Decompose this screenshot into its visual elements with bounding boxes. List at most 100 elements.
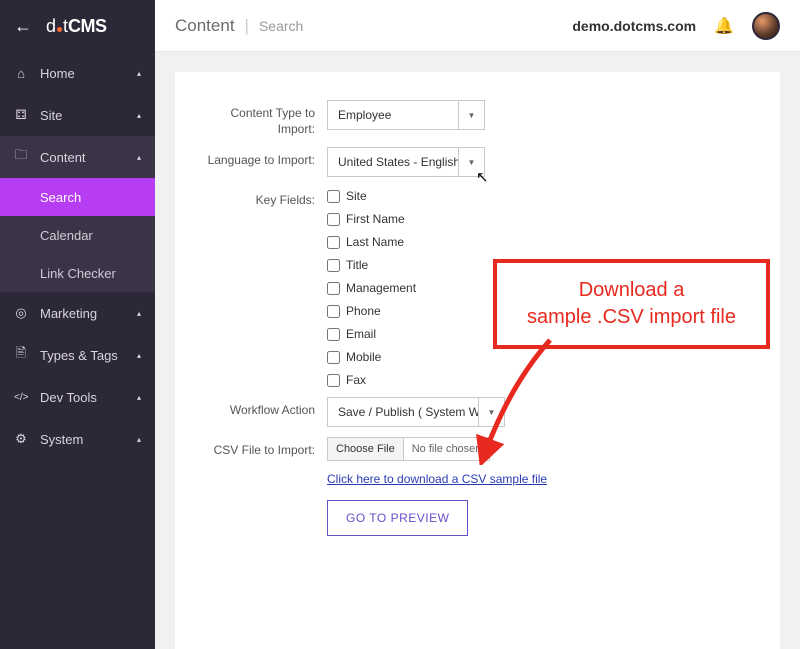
breadcrumb-main: Content <box>175 16 235 36</box>
sidebar-item-content[interactable]: 🗀 Content ▴ <box>0 136 155 178</box>
sidebar-item-label: Site <box>40 108 62 123</box>
key-field-label: Title <box>346 258 368 272</box>
annotation-callout: Download a sample .CSV import file <box>493 259 770 349</box>
sidebar-subitem-link-checker[interactable]: Link Checker <box>0 254 155 292</box>
key-field-checkbox[interactable] <box>327 328 340 341</box>
key-field-checkbox[interactable] <box>327 236 340 249</box>
key-field-checkbox[interactable] <box>327 282 340 295</box>
sidebar-submenu-content: Search Calendar Link Checker <box>0 178 155 292</box>
sidebar-item-label: Home <box>40 66 75 81</box>
gear-icon: ⚙ <box>14 431 28 447</box>
select-workflow[interactable]: Save / Publish ( System W ▼ <box>327 397 505 427</box>
avatar[interactable] <box>752 12 780 40</box>
sidebar-item-label: System <box>40 432 83 447</box>
download-sample-link[interactable]: Click here to download a CSV sample file <box>327 472 547 486</box>
caret-up-icon: ▴ <box>137 69 141 78</box>
key-field-label: Management <box>346 281 416 295</box>
select-value: Save / Publish ( System W <box>328 398 478 426</box>
form-panel: Content Type to Import: Employee ▼ Langu… <box>175 72 780 649</box>
bell-icon[interactable]: 🔔 <box>714 16 734 36</box>
key-field-checkbox[interactable] <box>327 213 340 226</box>
sidebar-subitem-search[interactable]: Search <box>0 178 155 216</box>
logo-cms: CMS <box>68 16 107 37</box>
label-csv-file: CSV File to Import: <box>207 437 327 459</box>
key-field-item: Fax <box>327 373 748 387</box>
logo-dot-icon <box>57 27 62 32</box>
sidebar-item-marketing[interactable]: ◎ Marketing ▴ <box>0 292 155 334</box>
back-arrow-icon[interactable]: ← <box>14 16 32 37</box>
chevron-down-icon[interactable]: ▼ <box>478 398 504 426</box>
sidebar-item-label: Types & Tags <box>40 348 118 363</box>
sidebar-subitem-label: Calendar <box>40 228 93 243</box>
key-field-label: Site <box>346 189 367 203</box>
topbar-right: demo.dotcms.com 🔔 <box>572 12 780 40</box>
key-field-item: Last Name <box>327 235 748 249</box>
key-field-label: Email <box>346 327 376 341</box>
key-field-label: Phone <box>346 304 381 318</box>
sidebar-item-site[interactable]: ⚃ Site ▴ <box>0 94 155 136</box>
label-content-type: Content Type to Import: <box>207 100 327 137</box>
sidebar-header: ← dtCMS <box>0 0 155 52</box>
sidebar-subitem-label: Search <box>40 190 81 205</box>
caret-up-icon: ▴ <box>137 111 141 120</box>
content-area: Content Type to Import: Employee ▼ Langu… <box>155 52 800 649</box>
domain-label[interactable]: demo.dotcms.com <box>572 18 696 34</box>
caret-up-icon: ▴ <box>137 153 141 162</box>
key-field-label: First Name <box>346 212 405 226</box>
key-field-item: First Name <box>327 212 748 226</box>
sidebar-item-label: Content <box>40 150 86 165</box>
select-content-type[interactable]: Employee ▼ <box>327 100 485 130</box>
breadcrumb: Content | Search <box>175 16 303 36</box>
go-to-preview-button[interactable]: GO TO PREVIEW <box>327 500 468 536</box>
caret-up-icon: ▴ <box>137 351 141 360</box>
sidebar-item-label: Dev Tools <box>40 390 97 405</box>
target-icon: ◎ <box>14 305 28 321</box>
annotation-line2: sample .CSV import file <box>515 304 748 331</box>
sidebar-item-home[interactable]: ⌂ Home ▴ <box>0 52 155 94</box>
breadcrumb-separator: | <box>245 16 249 36</box>
key-field-item: Mobile <box>327 350 748 364</box>
select-value: Employee <box>328 101 458 129</box>
sidebar-subitem-calendar[interactable]: Calendar <box>0 216 155 254</box>
caret-up-icon: ▴ <box>137 393 141 402</box>
sidebar: ← dtCMS ⌂ Home ▴ ⚃ Site ▴ 🗀 Content ▴ <box>0 0 155 649</box>
key-field-item: Site <box>327 189 748 203</box>
chevron-down-icon[interactable]: ▼ <box>458 148 484 176</box>
sidebar-item-dev-tools[interactable]: </> Dev Tools ▴ <box>0 376 155 418</box>
row-content-type: Content Type to Import: Employee ▼ <box>207 100 748 137</box>
key-field-checkbox[interactable] <box>327 190 340 203</box>
logo[interactable]: dtCMS <box>46 16 107 37</box>
key-field-checkbox[interactable] <box>327 351 340 364</box>
select-value: United States - English <box>328 148 458 176</box>
logo-d: d <box>46 16 56 37</box>
key-field-label: Mobile <box>346 350 381 364</box>
sidebar-item-label: Marketing <box>40 306 97 321</box>
key-field-label: Fax <box>346 373 366 387</box>
topbar: Content | Search demo.dotcms.com 🔔 <box>155 0 800 52</box>
chevron-down-icon[interactable]: ▼ <box>458 101 484 129</box>
key-field-checkbox[interactable] <box>327 259 340 272</box>
key-field-checkbox[interactable] <box>327 305 340 318</box>
document-icon: 🖹 <box>14 344 28 366</box>
sidebar-item-types-tags[interactable]: 🖹 Types & Tags ▴ <box>0 334 155 376</box>
code-icon: </> <box>14 392 28 403</box>
row-preview: GO TO PREVIEW <box>207 500 748 536</box>
choose-file-button[interactable]: Choose File <box>328 438 404 460</box>
row-language: Language to Import: United States - Engl… <box>207 147 748 177</box>
row-sample-link: Click here to download a CSV sample file <box>207 471 748 486</box>
row-csv-file: CSV File to Import: Choose File No file … <box>207 437 748 461</box>
sidebar-nav: ⌂ Home ▴ ⚃ Site ▴ 🗀 Content ▴ Search Cal… <box>0 52 155 460</box>
site-icon: ⚃ <box>14 107 28 123</box>
sidebar-item-system[interactable]: ⚙ System ▴ <box>0 418 155 460</box>
label-key-fields: Key Fields: <box>207 187 327 209</box>
row-workflow: Workflow Action Save / Publish ( System … <box>207 397 748 427</box>
label-workflow: Workflow Action <box>207 397 327 419</box>
annotation-line1: Download a <box>515 277 748 304</box>
folder-icon: 🗀 <box>14 146 28 168</box>
home-icon: ⌂ <box>14 66 28 81</box>
key-field-checkbox[interactable] <box>327 374 340 387</box>
file-status: No file chosen <box>404 443 490 455</box>
file-input[interactable]: Choose File No file chosen <box>327 437 490 461</box>
select-language[interactable]: United States - English ▼ <box>327 147 485 177</box>
breadcrumb-sub: Search <box>259 18 303 34</box>
